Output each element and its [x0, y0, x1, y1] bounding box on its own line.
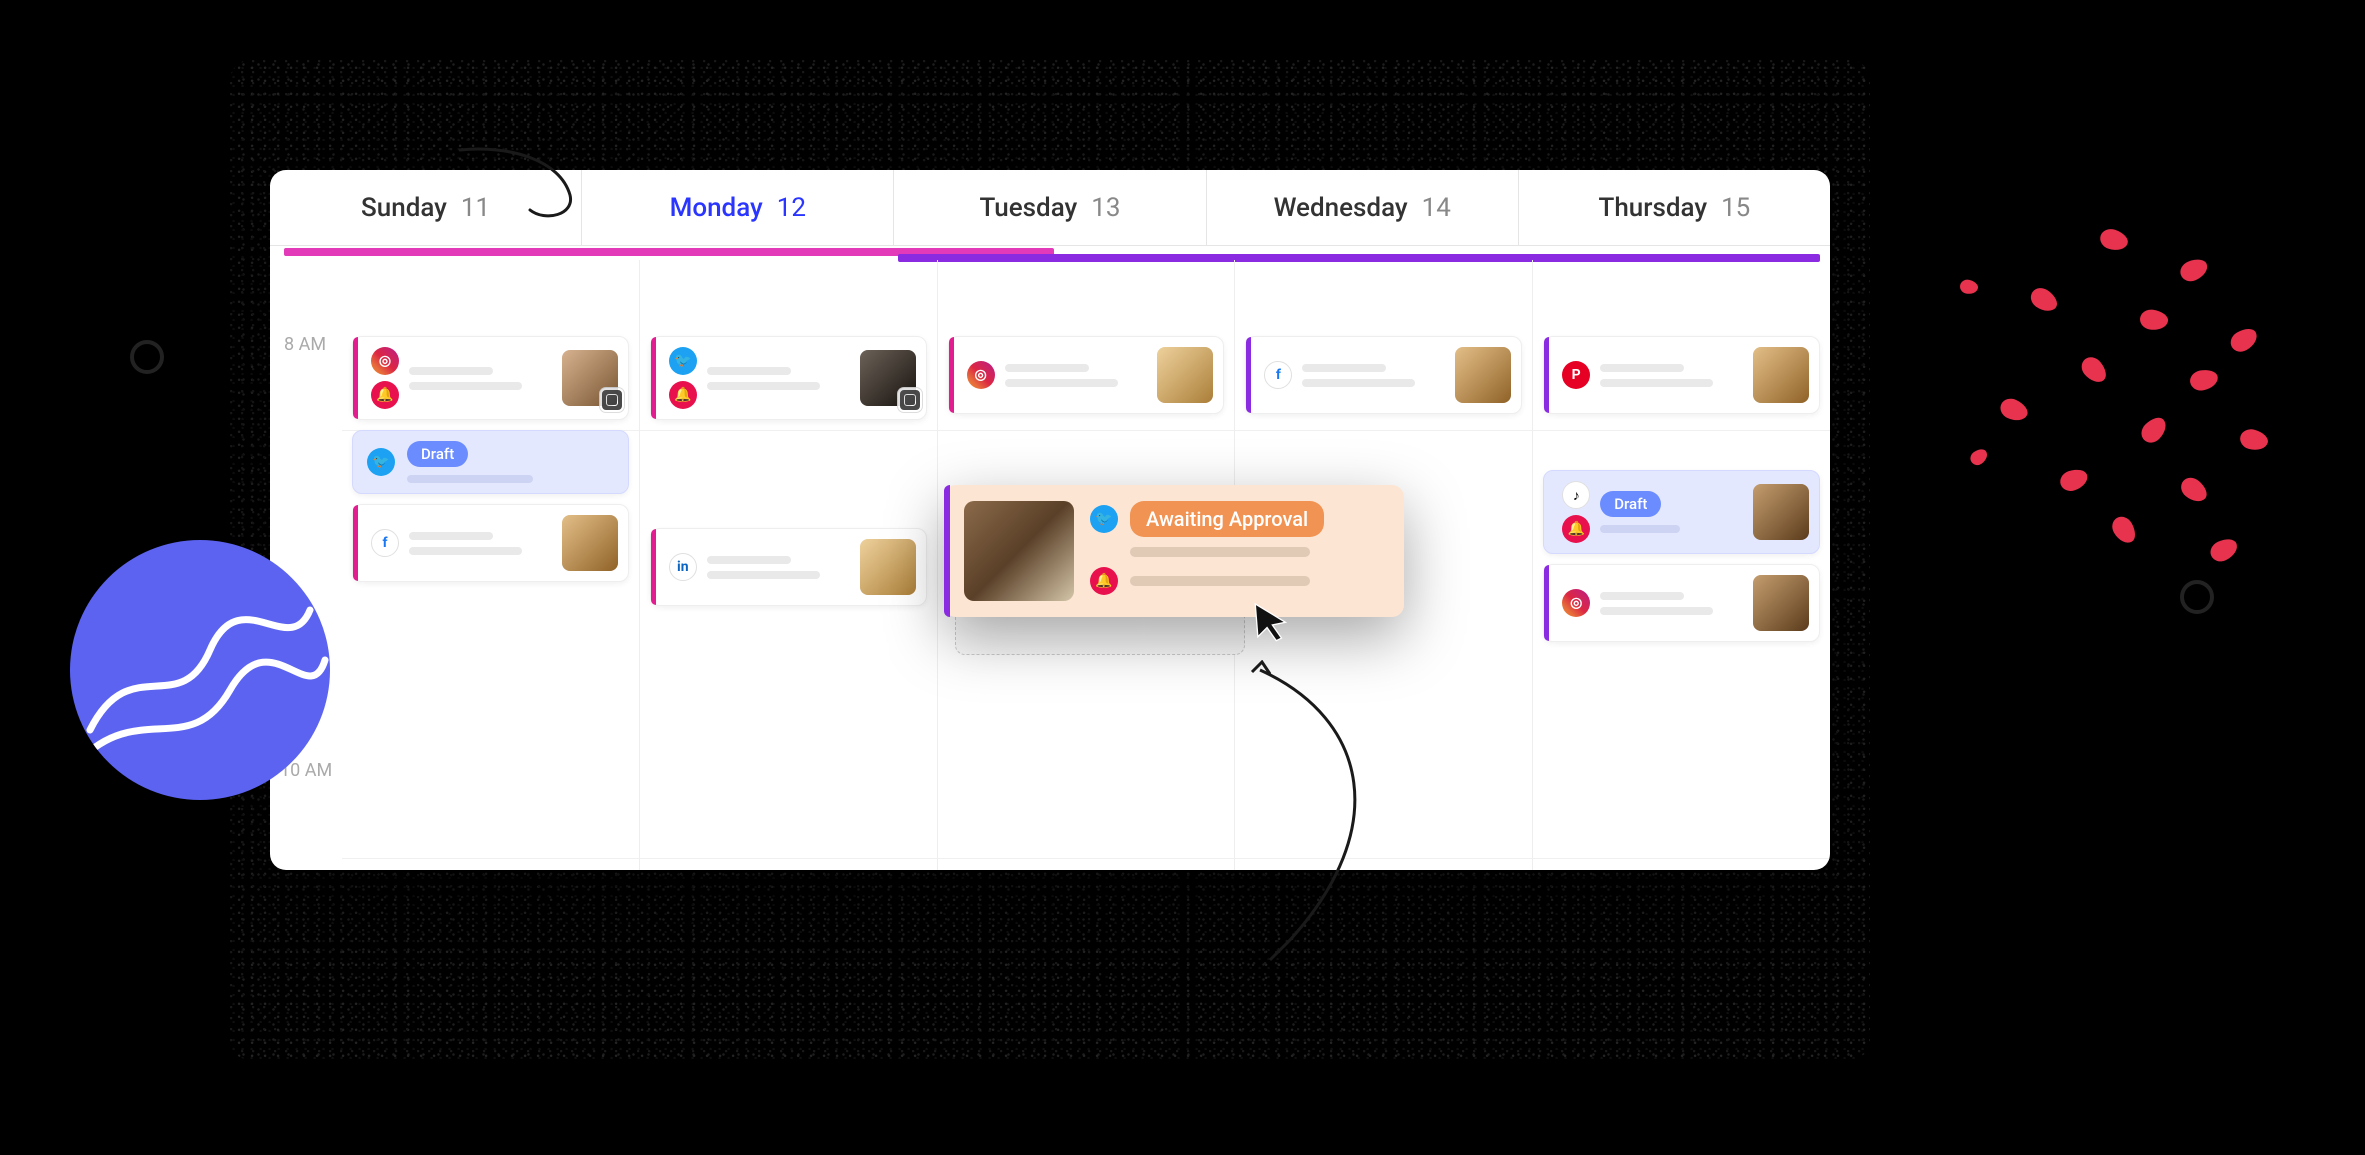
bell-icon: 🔔 — [371, 381, 399, 409]
post-thumbnail — [1753, 575, 1809, 631]
day-name: Sunday — [361, 193, 447, 223]
post-card[interactable]: ◎ — [948, 336, 1225, 414]
day-column-sunday[interactable]: ◎🔔 🐦 Draft f — [342, 260, 640, 870]
dragging-post-card[interactable]: 🐦 Awaiting Approval 🔔 — [944, 485, 1404, 617]
accent-bar — [651, 529, 656, 605]
day-name: Thursday — [1599, 193, 1708, 223]
post-card[interactable]: ◎ — [1543, 564, 1820, 642]
decorative-circle — [130, 340, 164, 374]
status-badge: Awaiting Approval — [1130, 501, 1324, 537]
instagram-icon: ◎ — [967, 361, 995, 389]
day-number: 15 — [1721, 193, 1750, 223]
day-number: 12 — [777, 193, 806, 223]
post-card-draft[interactable]: 🐦 Draft — [352, 430, 629, 494]
accent-bar — [949, 337, 954, 413]
day-name: Wednesday — [1274, 193, 1408, 223]
status-badge: Draft — [407, 441, 468, 467]
accent-bar — [944, 485, 950, 617]
status-badge: Draft — [1600, 491, 1661, 517]
stack-icon — [898, 388, 922, 412]
bell-icon: 🔔 — [1090, 567, 1118, 595]
post-card-draft[interactable]: ♪ 🔔 Draft — [1543, 470, 1820, 554]
decorative-blob — [70, 540, 330, 800]
bell-icon: 🔔 — [1562, 515, 1590, 543]
day-header-wednesday[interactable]: Wednesday 14 — [1207, 170, 1519, 245]
day-column-thursday[interactable]: P ♪ 🔔 Draft ◎ — [1533, 260, 1830, 870]
post-card[interactable]: P — [1543, 336, 1820, 414]
post-card[interactable]: f — [1245, 336, 1522, 414]
accent-bar — [1544, 337, 1549, 413]
post-card[interactable]: 🐦🔔 — [650, 336, 927, 420]
instagram-icon: ◎ — [1562, 589, 1590, 617]
facebook-icon: f — [1264, 361, 1292, 389]
accent-bar — [1246, 337, 1251, 413]
day-column-monday[interactable]: 🐦🔔 in — [640, 260, 938, 870]
post-thumbnail — [562, 515, 618, 571]
day-header-thursday[interactable]: Thursday 15 — [1519, 170, 1830, 245]
decorative-arrow — [1230, 660, 1450, 980]
stack-icon — [600, 388, 624, 412]
twitter-icon: 🐦 — [669, 347, 697, 375]
decorative-confetti — [1880, 220, 2310, 600]
post-thumbnail — [1157, 347, 1213, 403]
post-thumbnail — [860, 350, 916, 406]
campaign-bars — [270, 246, 1830, 260]
day-name: Tuesday — [980, 193, 1078, 223]
day-name: Monday — [670, 193, 763, 223]
post-card[interactable]: f — [352, 504, 629, 582]
linkedin-icon: in — [669, 553, 697, 581]
facebook-icon: f — [371, 529, 399, 557]
post-thumbnail — [1753, 347, 1809, 403]
twitter-icon: 🐦 — [367, 448, 395, 476]
bell-icon: 🔔 — [669, 381, 697, 409]
post-thumbnail — [1753, 484, 1809, 540]
cursor-icon — [1250, 600, 1292, 642]
day-number: 13 — [1091, 193, 1120, 223]
tiktok-icon: ♪ — [1562, 481, 1590, 509]
day-header-tuesday[interactable]: Tuesday 13 — [894, 170, 1206, 245]
post-thumbnail — [964, 501, 1074, 601]
accent-bar — [1544, 565, 1549, 641]
post-card[interactable]: ◎🔔 — [352, 336, 629, 420]
instagram-icon: ◎ — [371, 347, 399, 375]
accent-bar — [353, 505, 358, 581]
pinterest-icon: P — [1562, 361, 1590, 389]
accent-bar — [651, 337, 656, 419]
post-thumbnail — [562, 350, 618, 406]
post-thumbnail — [1455, 347, 1511, 403]
twitter-icon: 🐦 — [1090, 505, 1118, 533]
post-thumbnail — [860, 539, 916, 595]
day-header-monday[interactable]: Monday 12 — [582, 170, 894, 245]
time-label-8am: 8 AM — [284, 334, 326, 355]
day-number: 14 — [1422, 193, 1451, 223]
decorative-squiggle — [450, 140, 620, 230]
accent-bar — [353, 337, 358, 419]
post-card[interactable]: in — [650, 528, 927, 606]
